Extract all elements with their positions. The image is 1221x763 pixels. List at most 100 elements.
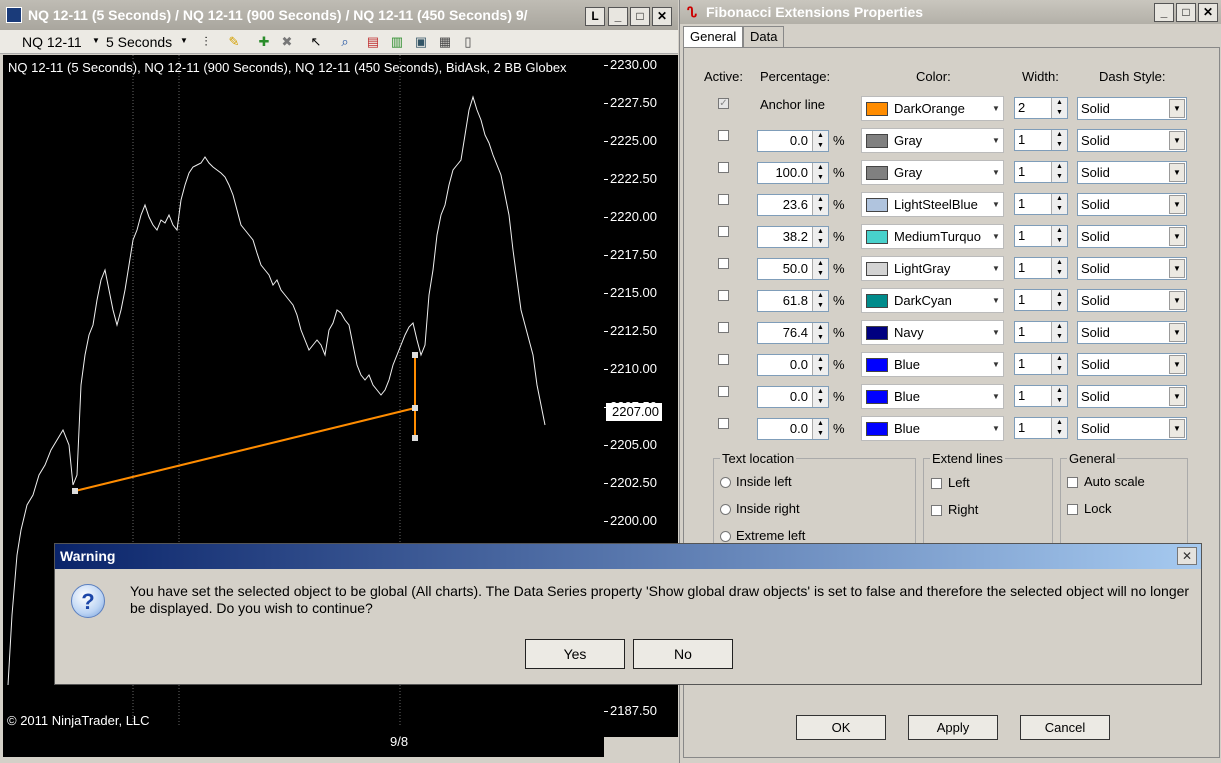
stepper-arrows-icon[interactable]: ▲ ▼: [1051, 226, 1067, 246]
level-width-stepper[interactable]: 1 ▲ ▼: [1014, 161, 1068, 183]
level-percentage-stepper[interactable]: 0.0 ▲ ▼: [757, 418, 829, 440]
remove-object-icon[interactable]: ✖: [279, 34, 295, 50]
level-dash-select[interactable]: Solid ▼: [1077, 385, 1187, 408]
anchor-color-select[interactable]: DarkOrange ▼: [861, 96, 1004, 121]
level-dash-select[interactable]: Solid ▼: [1077, 289, 1187, 312]
stepper-arrows-icon[interactable]: ▲ ▼: [1051, 130, 1067, 150]
instrument-selector[interactable]: NQ 12-11: [22, 33, 82, 51]
minimize-button[interactable]: _: [1154, 3, 1174, 22]
level-color-select[interactable]: Blue ▼: [861, 352, 1004, 377]
level-dash-select[interactable]: Solid ▼: [1077, 257, 1187, 280]
cursor-icon[interactable]: ↖: [308, 34, 324, 50]
stepper-arrows-icon[interactable]: ▲ ▼: [812, 131, 828, 151]
radio-inside-left[interactable]: [720, 477, 731, 488]
option-inside-left[interactable]: Inside left: [736, 474, 792, 489]
chart-image-icon[interactable]: ▣: [413, 34, 429, 50]
stepper-arrows-icon[interactable]: ▲ ▼: [812, 227, 828, 247]
stepper-arrows-icon[interactable]: ▲ ▼: [812, 355, 828, 375]
level-active-checkbox[interactable]: [718, 322, 729, 333]
level-percentage-stepper[interactable]: 38.2 ▲ ▼: [757, 226, 829, 248]
level-width-stepper[interactable]: 1 ▲ ▼: [1014, 257, 1068, 279]
level-active-checkbox[interactable]: [718, 354, 729, 365]
radio-extreme-left[interactable]: [720, 531, 731, 542]
level-dash-select[interactable]: Solid ▼: [1077, 129, 1187, 152]
level-color-select[interactable]: Blue ▼: [861, 384, 1004, 409]
properties-icon[interactable]: ▦: [437, 34, 453, 50]
level-percentage-stepper[interactable]: 61.8 ▲ ▼: [757, 290, 829, 312]
level-percentage-stepper[interactable]: 76.4 ▲ ▼: [757, 322, 829, 344]
radio-inside-right[interactable]: [720, 504, 731, 515]
bar-type-icon[interactable]: ⫶: [198, 34, 214, 50]
stepper-arrows-icon[interactable]: ▲ ▼: [1051, 162, 1067, 182]
level-active-checkbox[interactable]: [718, 194, 729, 205]
level-color-select[interactable]: Blue ▼: [861, 416, 1004, 441]
level-dash-select[interactable]: Solid ▼: [1077, 161, 1187, 184]
indicators-icon[interactable]: ▤: [365, 34, 381, 50]
level-active-checkbox[interactable]: [718, 418, 729, 429]
extend-left-checkbox[interactable]: [931, 478, 942, 489]
level-active-checkbox[interactable]: [718, 258, 729, 269]
level-color-select[interactable]: Gray ▼: [861, 160, 1004, 185]
chevron-down-icon[interactable]: ▼: [88, 33, 104, 49]
lock-label[interactable]: Lock: [1084, 501, 1111, 516]
stepper-arrows-icon[interactable]: ▲ ▼: [1051, 354, 1067, 374]
level-width-stepper[interactable]: 1 ▲ ▼: [1014, 321, 1068, 343]
stepper-arrows-icon[interactable]: ▲ ▼: [812, 163, 828, 183]
anchor-width-stepper[interactable]: 2 ▲ ▼: [1014, 97, 1068, 119]
extend-right-checkbox[interactable]: [931, 505, 942, 516]
anchor-dash-select[interactable]: Solid ▼: [1077, 97, 1187, 120]
extend-left-label[interactable]: Left: [948, 475, 970, 490]
data-box-icon[interactable]: ▯: [460, 34, 476, 50]
level-color-select[interactable]: Navy ▼: [861, 320, 1004, 345]
stepper-arrows-icon[interactable]: ▲ ▼: [812, 419, 828, 439]
stepper-arrows-icon[interactable]: ▲ ▼: [812, 195, 828, 215]
level-active-checkbox[interactable]: [718, 130, 729, 141]
close-button[interactable]: ✕: [1198, 3, 1218, 22]
apply-button[interactable]: Apply: [908, 715, 998, 740]
chevron-down-icon[interactable]: ▼: [176, 33, 192, 49]
level-percentage-stepper[interactable]: 0.0 ▲ ▼: [757, 130, 829, 152]
level-color-select[interactable]: LightSteelBlue ▼: [861, 192, 1004, 217]
ok-button[interactable]: OK: [796, 715, 886, 740]
help-button[interactable]: L: [585, 7, 605, 26]
maximize-button[interactable]: □: [630, 7, 650, 26]
level-active-checkbox[interactable]: [718, 162, 729, 173]
stepper-arrows-icon[interactable]: ▲ ▼: [1051, 386, 1067, 406]
option-extreme-left[interactable]: Extreme left: [736, 528, 805, 543]
lock-checkbox[interactable]: [1067, 504, 1078, 515]
auto-scale-label[interactable]: Auto scale: [1084, 474, 1145, 489]
stepper-arrows-icon[interactable]: ▲ ▼: [812, 387, 828, 407]
level-active-checkbox[interactable]: [718, 290, 729, 301]
level-color-select[interactable]: LightGray ▼: [861, 256, 1004, 281]
close-button[interactable]: ✕: [652, 7, 672, 26]
cancel-button[interactable]: Cancel: [1020, 715, 1110, 740]
stepper-arrows-icon[interactable]: ▲ ▼: [812, 323, 828, 343]
extend-right-label[interactable]: Right: [948, 502, 978, 517]
level-width-stepper[interactable]: 1 ▲ ▼: [1014, 225, 1068, 247]
level-dash-select[interactable]: Solid ▼: [1077, 193, 1187, 216]
stepper-arrows-icon[interactable]: ▲ ▼: [1051, 290, 1067, 310]
pencil-icon[interactable]: ✎: [226, 34, 242, 50]
stepper-arrows-icon[interactable]: ▲ ▼: [812, 291, 828, 311]
maximize-button[interactable]: □: [1176, 3, 1196, 22]
stepper-arrows-icon[interactable]: ▲ ▼: [1051, 194, 1067, 214]
level-color-select[interactable]: MediumTurquo ▼: [861, 224, 1004, 249]
strategies-icon[interactable]: ▥: [389, 34, 405, 50]
minimize-button[interactable]: _: [608, 7, 628, 26]
level-percentage-stepper[interactable]: 100.0 ▲ ▼: [757, 162, 829, 184]
zoom-icon[interactable]: ⌕: [337, 34, 353, 50]
stepper-arrows-icon[interactable]: ▲ ▼: [1051, 98, 1067, 118]
tab-general[interactable]: General: [683, 26, 744, 48]
level-width-stepper[interactable]: 1 ▲ ▼: [1014, 129, 1068, 151]
stepper-arrows-icon[interactable]: ▲ ▼: [1051, 418, 1067, 438]
auto-scale-checkbox[interactable]: [1067, 477, 1078, 488]
level-width-stepper[interactable]: 1 ▲ ▼: [1014, 353, 1068, 375]
level-color-select[interactable]: Gray ▼: [861, 128, 1004, 153]
no-button[interactable]: No: [633, 639, 733, 669]
option-inside-right[interactable]: Inside right: [736, 501, 800, 516]
add-object-icon[interactable]: ✚: [256, 34, 272, 50]
stepper-arrows-icon[interactable]: ▲ ▼: [1051, 258, 1067, 278]
level-percentage-stepper[interactable]: 0.0 ▲ ▼: [757, 386, 829, 408]
level-dash-select[interactable]: Solid ▼: [1077, 353, 1187, 376]
level-dash-select[interactable]: Solid ▼: [1077, 321, 1187, 344]
